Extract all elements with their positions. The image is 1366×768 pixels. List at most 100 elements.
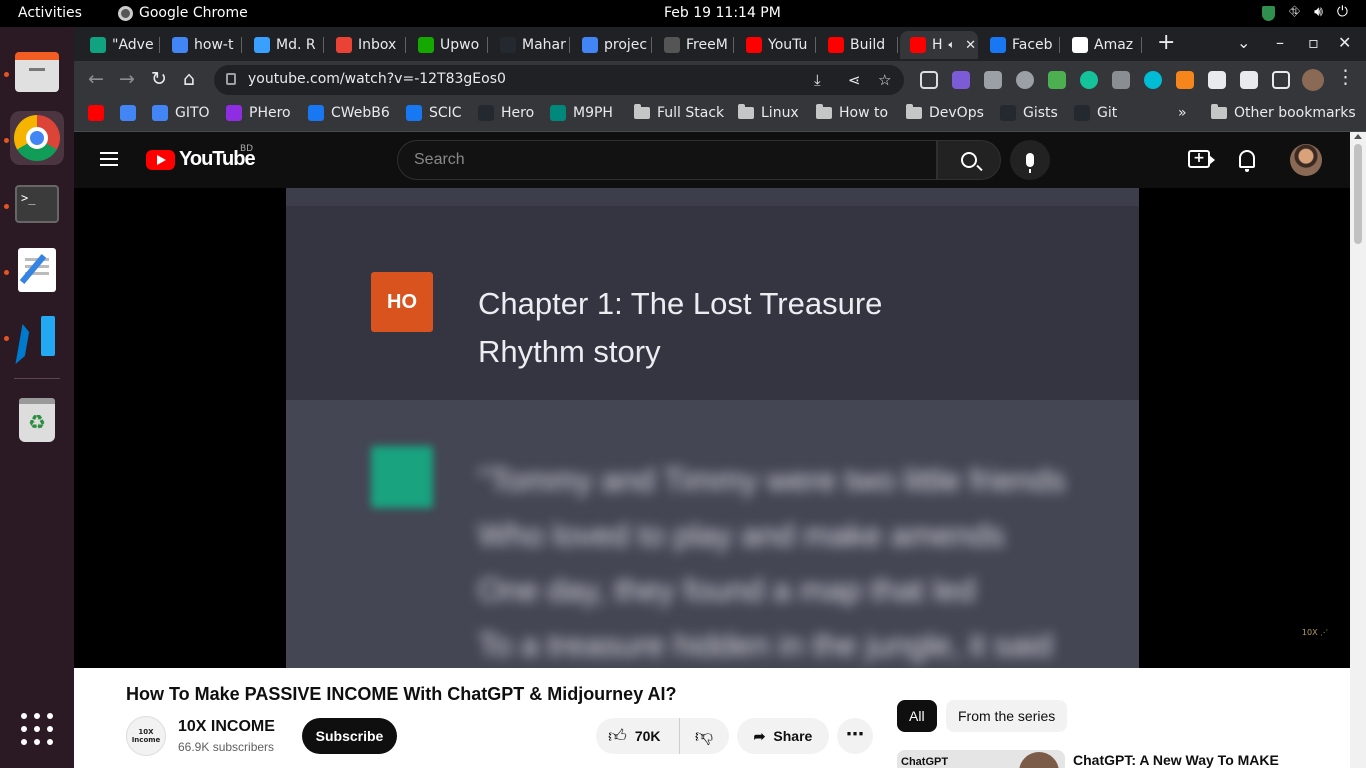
voice-search-button[interactable] <box>1010 140 1050 180</box>
browser-tab[interactable]: Md. R <box>244 31 324 59</box>
browser-tab[interactable]: YouTu <box>736 31 816 59</box>
browser-tab[interactable]: Inbox <box>326 31 406 59</box>
bookmark-item[interactable]: Hero <box>478 105 534 121</box>
scroll-up-arrow-icon[interactable] <box>1354 134 1362 139</box>
browser-tab[interactable]: Amaz <box>1062 31 1142 59</box>
url-text[interactable]: youtube.com/watch?v=-12T83gEos0 <box>248 71 506 87</box>
notifications-bell-icon[interactable] <box>1239 150 1255 172</box>
browser-tab[interactable]: Build <box>818 31 898 59</box>
system-tray[interactable]: ⛗ 🔊︎ ⏻ <box>1261 4 1348 21</box>
bookmark-item[interactable]: CWebB6 <box>308 105 390 121</box>
bookmark-label: Linux <box>761 105 799 121</box>
address-bar[interactable]: youtube.com/watch?v=-12T83gEos0 ⤓ ⋖ ☆ <box>214 65 904 95</box>
channel-avatar[interactable]: 10X Income <box>126 716 166 756</box>
menu-icon[interactable] <box>100 152 118 166</box>
maximize-button[interactable]: ▫ <box>1308 33 1319 52</box>
extensions-icon[interactable] <box>1208 71 1226 89</box>
chip-all[interactable]: All <box>897 700 937 732</box>
install-icon[interactable]: ⤓ <box>814 71 821 89</box>
terminal-launcher[interactable]: >_ <box>10 177 64 231</box>
bookmark-item[interactable]: PHero <box>226 105 291 121</box>
bookmarks-overflow-button[interactable]: » <box>1178 105 1187 121</box>
browser-tab[interactable]: how-t <box>162 31 242 59</box>
app-menu[interactable]: Google Chrome <box>118 5 248 21</box>
bookmark-item[interactable]: GITO <box>152 105 210 121</box>
reload-button[interactable]: ↻ <box>151 69 167 89</box>
chrome-launcher[interactable] <box>10 111 64 165</box>
reading-list-icon[interactable] <box>1240 71 1258 89</box>
text-editor-launcher[interactable] <box>10 243 64 297</box>
back-button[interactable]: ← <box>88 69 104 89</box>
like-dislike-group: 👍︎ 70K 👎︎ <box>596 718 729 754</box>
trash-launcher[interactable]: ♻ <box>10 393 64 447</box>
browser-tab[interactable]: H 🔈︎ ✕ <box>900 31 978 59</box>
recommended-thumbnail[interactable]: ChatGPT <box>897 750 1065 768</box>
pen-extension-icon[interactable] <box>952 71 970 89</box>
user-avatar[interactable] <box>1290 144 1322 176</box>
browser-tab[interactable]: FreeM <box>654 31 734 59</box>
youtube-logo[interactable]: YouTube <box>146 148 256 171</box>
close-window-button[interactable]: ✕ <box>1338 33 1351 52</box>
audio-playing-icon[interactable]: 🔈︎ <box>949 38 956 52</box>
like-button[interactable]: 👍︎ 70K <box>596 718 680 754</box>
chip-from-the-series[interactable]: From the series <box>946 700 1068 732</box>
ring-extension-icon[interactable] <box>1144 71 1162 89</box>
bookmark-item[interactable]: DevOps <box>906 104 984 121</box>
vscode-launcher[interactable] <box>10 309 64 363</box>
show-applications-icon[interactable] <box>21 713 53 745</box>
bookmark-item[interactable]: How to <box>816 104 888 121</box>
minimize-button[interactable]: – <box>1276 33 1284 52</box>
channel-name[interactable]: 10X INCOME <box>178 718 275 736</box>
camera-extension-icon[interactable] <box>984 71 1002 89</box>
globe-extension-icon[interactable] <box>1016 71 1034 89</box>
share-button[interactable]: ➦ Share <box>737 718 829 754</box>
browser-tab[interactable]: projec <box>572 31 652 59</box>
qr-extension-icon[interactable] <box>920 71 938 89</box>
browser-tab[interactable]: Faceb <box>980 31 1060 59</box>
clock[interactable]: Feb 19 11:14 PM <box>664 5 781 21</box>
profile-avatar[interactable] <box>1302 69 1324 91</box>
bookmark-item[interactable]: Gists <box>1000 105 1058 121</box>
new-tab-button[interactable]: + <box>1157 32 1175 54</box>
channel-watermark-icon[interactable]: 10X ⋰ <box>1296 628 1334 644</box>
files-launcher[interactable] <box>10 45 64 99</box>
github-icon <box>1074 105 1090 121</box>
recommended-title[interactable]: ChatGPT: A New Way To MAKE <box>1073 752 1279 768</box>
bookmark-item[interactable] <box>88 105 104 121</box>
video-player[interactable]: HO Chapter 1: The Lost Treasure Rhythm s… <box>74 188 1350 668</box>
page-scrollbar[interactable] <box>1350 132 1366 768</box>
browser-tab[interactable]: Mahar <box>490 31 570 59</box>
facebook-icon <box>308 105 324 121</box>
browser-tab[interactable]: Upwo <box>408 31 488 59</box>
video-frame[interactable]: HO Chapter 1: The Lost Treasure Rhythm s… <box>286 188 1139 668</box>
other-bookmarks-folder[interactable]: Other bookmarks <box>1211 104 1356 121</box>
bookmark-item[interactable]: M9PH <box>550 105 613 121</box>
search-button[interactable] <box>937 140 1001 180</box>
home-button[interactable]: ⌂ <box>183 69 195 89</box>
side-panel-icon[interactable] <box>1272 71 1290 89</box>
metamask-icon[interactable] <box>1176 71 1194 89</box>
forward-button[interactable]: → <box>119 69 135 89</box>
scrollbar-thumb[interactable] <box>1354 144 1362 244</box>
activities-button[interactable]: Activities <box>18 5 82 21</box>
search-input[interactable] <box>398 141 936 179</box>
browser-tab[interactable]: "Adve <box>80 31 160 59</box>
bookmark-item[interactable]: SCIC <box>406 105 462 121</box>
bookmark-item[interactable]: Full Stack <box>634 104 724 121</box>
subscribe-button[interactable]: Subscribe <box>302 718 397 754</box>
bookmark-item[interactable]: Git <box>1074 105 1117 121</box>
edit-extension-icon[interactable] <box>1048 71 1066 89</box>
bookmark-item[interactable]: Linux <box>738 104 799 121</box>
chrome-menu-icon[interactable]: ⋮ <box>1336 67 1355 87</box>
create-video-icon[interactable]: + <box>1188 150 1215 168</box>
lock-icon <box>226 73 236 85</box>
thumbs-down-icon[interactable]: 👎︎ <box>680 725 728 747</box>
grammarly-icon[interactable] <box>1080 71 1098 89</box>
more-actions-button[interactable]: ⋯ <box>837 718 873 754</box>
translate-extension-icon[interactable] <box>1112 71 1130 89</box>
bookmark-item[interactable] <box>120 105 136 121</box>
close-tab-icon[interactable]: ✕ <box>965 38 976 53</box>
bookmark-star-icon[interactable]: ☆ <box>878 71 891 89</box>
share-icon[interactable]: ⋖ <box>848 71 861 89</box>
tab-search-icon[interactable]: ⌄ <box>1237 33 1250 52</box>
